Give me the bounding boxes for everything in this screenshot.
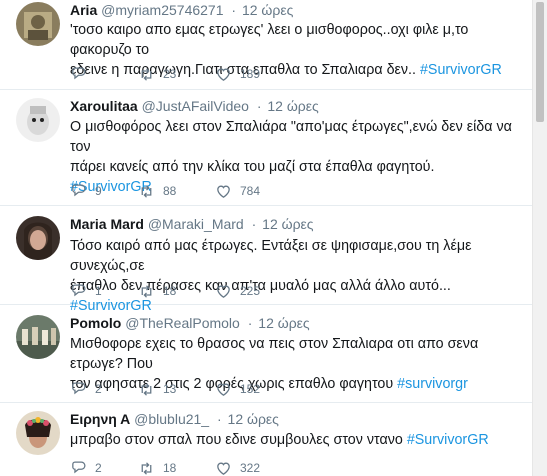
tweet[interactable]: Ειρηνη Α @blublu21_ · 12 ώρες μπραβο στο… bbox=[0, 403, 533, 476]
retweet-icon bbox=[141, 284, 152, 298]
separator-dot: · bbox=[251, 216, 257, 232]
author-handle[interactable]: @JustAFailVideo bbox=[142, 98, 249, 114]
author-name[interactable]: Aria bbox=[70, 2, 97, 18]
retweet-button[interactable]: 18 bbox=[138, 458, 176, 476]
tweet-header: Maria Mard @Maraki_Mard · 12 ώρες bbox=[70, 216, 314, 232]
retweet-button[interactable]: 88 bbox=[138, 181, 176, 201]
timestamp[interactable]: 12 ώρες bbox=[267, 98, 318, 114]
reply-icon bbox=[72, 283, 86, 296]
like-button[interactable]: 152 bbox=[215, 379, 260, 399]
timestamp[interactable]: 12 ώρες bbox=[228, 411, 279, 427]
retweet-icon bbox=[141, 382, 152, 396]
reply-button[interactable]: 2 bbox=[70, 379, 102, 399]
reply-count: 9 bbox=[95, 184, 102, 198]
scroll-thumb[interactable] bbox=[536, 2, 544, 122]
separator-dot: · bbox=[247, 315, 253, 331]
like-icon bbox=[217, 185, 230, 198]
reply-button[interactable]: 9 bbox=[70, 181, 102, 201]
tweet-body: Τόσο καιρό από μας έτρωγες. Εντάξει σε ψ… bbox=[70, 238, 472, 294]
separator-dot: · bbox=[216, 411, 222, 427]
retweet-count: 13 bbox=[163, 382, 177, 396]
author-name[interactable]: Ειρηνη Α bbox=[70, 411, 130, 427]
tweet-feed: Aria @myriam25746271 · 12 ώρες 'τοσο και… bbox=[0, 0, 533, 476]
separator-dot: · bbox=[256, 98, 262, 114]
reply-button[interactable]: 2 bbox=[70, 458, 102, 476]
avatar[interactable] bbox=[16, 315, 60, 359]
like-icon bbox=[217, 68, 230, 81]
tweet-text: μπραβο στον σπαλ που εδινε συμβουλες στο… bbox=[70, 430, 522, 450]
timestamp[interactable]: 12 ώρες bbox=[242, 2, 293, 18]
hashtag-link[interactable]: #survivorgr bbox=[397, 376, 468, 392]
like-icon bbox=[217, 383, 230, 396]
retweet-button[interactable]: 18 bbox=[138, 281, 176, 301]
timestamp[interactable]: 12 ώρες bbox=[262, 216, 313, 232]
like-button[interactable]: 225 bbox=[215, 281, 260, 301]
retweet-count: 18 bbox=[163, 461, 177, 475]
tweet-text: Τόσο καιρό από μας έτρωγες. Εντάξει σε ψ… bbox=[70, 236, 522, 316]
tweet-header: Ειρηνη Α @blublu21_ · 12 ώρες bbox=[70, 411, 279, 427]
avatar[interactable] bbox=[16, 411, 60, 455]
reply-count: 2 bbox=[95, 461, 102, 475]
retweet-count: 18 bbox=[163, 284, 177, 298]
tweet-header: Aria @myriam25746271 · 12 ώρες bbox=[70, 2, 293, 18]
avatar[interactable] bbox=[16, 98, 60, 142]
like-button[interactable]: 322 bbox=[215, 458, 260, 476]
reply-count: 1 bbox=[95, 284, 102, 298]
retweet-count: 23 bbox=[163, 67, 177, 81]
timestamp[interactable]: 12 ώρες bbox=[258, 315, 309, 331]
tweet[interactable]: Pomolo @TheRealPomolo · 12 ώρες Μισθοφορ… bbox=[0, 305, 533, 403]
tweet[interactable]: Xaroulitaa @JustAFailVideo · 12 ώρες Ο μ… bbox=[0, 90, 533, 206]
like-count: 322 bbox=[240, 461, 261, 475]
reply-button[interactable]: 1 bbox=[70, 281, 102, 301]
author-name[interactable]: Xaroulitaa bbox=[70, 98, 138, 114]
separator-dot: · bbox=[231, 2, 237, 18]
like-button[interactable]: 784 bbox=[215, 181, 260, 201]
like-button[interactable]: 189 bbox=[215, 64, 260, 84]
tweet[interactable]: Maria Mard @Maraki_Mard · 12 ώρες Τόσο κ… bbox=[0, 206, 533, 314]
like-count: 225 bbox=[240, 284, 261, 298]
author-name[interactable]: Maria Mard bbox=[70, 216, 144, 232]
like-count: 152 bbox=[240, 382, 261, 396]
retweet-icon bbox=[141, 461, 152, 475]
tweet-body: μπραβο στον σπαλ που εδινε συμβουλες στο… bbox=[70, 432, 403, 448]
reply-icon bbox=[72, 66, 86, 79]
like-count: 189 bbox=[240, 67, 261, 81]
tweet-header: Pomolo @TheRealPomolo · 12 ώρες bbox=[70, 315, 310, 331]
author-handle[interactable]: @TheRealPomolo bbox=[125, 315, 240, 331]
avatar[interactable] bbox=[16, 216, 60, 260]
reply-icon bbox=[72, 183, 86, 196]
reply-icon bbox=[72, 381, 86, 394]
hashtag-link[interactable]: #SurvivorGR bbox=[420, 62, 502, 78]
retweet-count: 88 bbox=[163, 184, 177, 198]
reply-icon bbox=[72, 460, 86, 473]
like-icon bbox=[217, 462, 230, 475]
tweet-body: Ο μισθοφόρος λεει στον Σπαλιάρα "απο'μας… bbox=[70, 119, 512, 175]
tweet-body: 'τοσο καιρο απο εμας ετρωγες' λεει ο μισ… bbox=[70, 22, 469, 78]
tweet-header: Xaroulitaa @JustAFailVideo · 12 ώρες bbox=[70, 98, 319, 114]
hashtag-link[interactable]: #SurvivorGR bbox=[407, 432, 489, 448]
avatar[interactable] bbox=[16, 2, 60, 46]
reply-button[interactable] bbox=[70, 64, 95, 84]
retweet-icon bbox=[141, 184, 152, 198]
author-name[interactable]: Pomolo bbox=[70, 315, 121, 331]
author-handle[interactable]: @myriam25746271 bbox=[101, 2, 223, 18]
scrollbar[interactable] bbox=[532, 0, 547, 476]
author-handle[interactable]: @Maraki_Mard bbox=[148, 216, 244, 232]
tweet[interactable]: Aria @myriam25746271 · 12 ώρες 'τοσο και… bbox=[0, 0, 533, 90]
like-icon bbox=[217, 285, 230, 298]
reply-count: 2 bbox=[95, 382, 102, 396]
retweet-icon bbox=[141, 67, 152, 81]
author-handle[interactable]: @blublu21_ bbox=[134, 411, 209, 427]
like-count: 784 bbox=[240, 184, 261, 198]
retweet-button[interactable]: 13 bbox=[138, 379, 176, 399]
retweet-button[interactable]: 23 bbox=[138, 64, 176, 84]
